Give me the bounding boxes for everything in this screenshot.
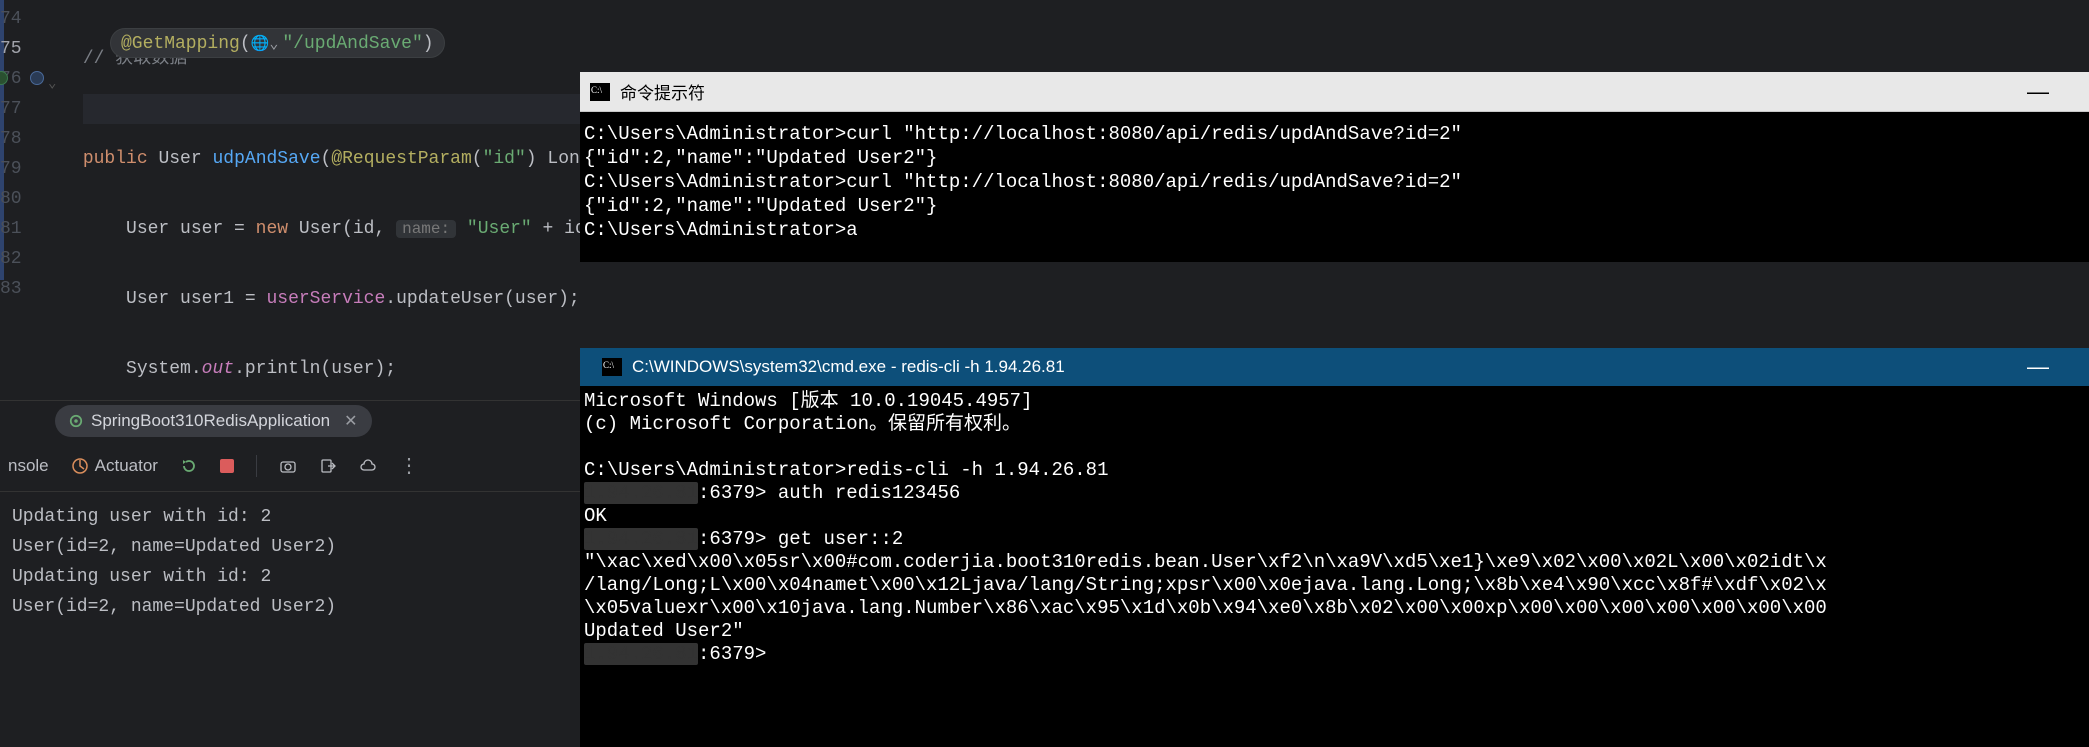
- minimize-button[interactable]: —: [2027, 79, 2049, 105]
- line-number: 81: [0, 214, 40, 244]
- run-config-tab[interactable]: SpringBoot310RedisApplication ✕: [55, 405, 372, 437]
- exit-icon[interactable]: [319, 457, 337, 475]
- annotation: @GetMapping: [121, 34, 240, 54]
- redis-line: C:\Users\Administrator>redis-cli -h 1.94…: [584, 459, 1109, 481]
- cmd-icon: [590, 83, 610, 101]
- redis-line: auth redis123456: [766, 482, 960, 504]
- code-editor[interactable]: 74 75 ⌄76 77 78 79 80 81 82 83 // 获取数据 p…: [0, 0, 580, 400]
- code: User user1 =: [126, 289, 266, 309]
- rerun-icon[interactable]: [180, 457, 198, 475]
- cmd-output[interactable]: C:\Users\Administrator>curl "http://loca…: [580, 112, 2089, 262]
- line-number: 79: [0, 154, 40, 184]
- redis-line: Microsoft Windows [版本 10.0.19045.4957]: [584, 390, 1032, 412]
- line-number: 82: [0, 244, 40, 274]
- cmd-icon: [602, 358, 622, 376]
- chevron-down-icon[interactable]: ⌄: [48, 69, 56, 99]
- code: .updateUser(user);: [385, 289, 579, 309]
- keyword: public: [83, 149, 148, 169]
- console-line: User(id=2, name=Updated User2): [12, 537, 336, 557]
- line-number: 77: [0, 94, 40, 124]
- minimize-button[interactable]: —: [2027, 354, 2049, 380]
- editor-gutter: 74 75 ⌄76 77 78 79 80 81 82 83: [0, 0, 40, 400]
- run-toolbar: nsole Actuator ⋮: [0, 441, 580, 492]
- line-number: ⌄76: [0, 64, 40, 94]
- string: "id": [483, 149, 526, 169]
- keyword: new: [256, 219, 288, 239]
- annotation: @RequestParam: [331, 149, 471, 169]
- more-icon[interactable]: ⋮: [399, 453, 421, 479]
- redis-titlebar[interactable]: C:\WINDOWS\system32\cmd.exe - redis-cli …: [580, 348, 2089, 386]
- code-area[interactable]: // 获取数据 public User udpAndSave(@RequestP…: [40, 0, 656, 400]
- line-number: 74: [0, 4, 40, 34]
- method-name: udpAndSave: [212, 149, 320, 169]
- redis-line: "\xac\xed\x00\x05sr\x00#com.coderjia.boo…: [584, 551, 1827, 642]
- string: "/updAndSave": [282, 34, 422, 54]
- code: User user =: [126, 219, 256, 239]
- run-tab-row: SpringBoot310RedisApplication ✕: [0, 401, 580, 441]
- cmd-titlebar[interactable]: 命令提示符 —: [580, 72, 2089, 112]
- line-number: 78: [0, 124, 40, 154]
- actuator-icon: [71, 457, 89, 475]
- run-tool-window: SpringBoot310RedisApplication ✕ nsole Ac…: [0, 400, 580, 747]
- redis-prompt: :6379>: [698, 528, 766, 550]
- code: .println(user);: [234, 359, 396, 379]
- redis-line: get user::2: [766, 528, 903, 550]
- line-number: 75: [0, 34, 40, 64]
- redis-prompt: :6379>: [698, 643, 766, 665]
- type: User: [158, 149, 201, 169]
- code: User(id,: [288, 219, 396, 239]
- redis-line: OK: [584, 505, 607, 527]
- spring-icon: [69, 414, 83, 428]
- stop-button[interactable]: [220, 459, 234, 473]
- endpoint-marker-icon[interactable]: [30, 71, 44, 85]
- redis-line: (c) Microsoft Corporation。保留所有权利。: [584, 413, 1021, 435]
- cloud-icon[interactable]: [359, 457, 377, 475]
- cmd-title: 命令提示符: [620, 79, 705, 104]
- string: "User": [456, 219, 532, 239]
- actuator-tab[interactable]: Actuator: [71, 456, 158, 476]
- separator: [256, 455, 257, 477]
- redis-title: C:\WINDOWS\system32\cmd.exe - redis-cli …: [632, 357, 1065, 377]
- line-number: 80: [0, 184, 40, 214]
- redis-prompt: :6379>: [698, 482, 766, 504]
- code: System.: [126, 359, 202, 379]
- redacted-ip: 1.94.26.81: [584, 643, 698, 665]
- console-line: Updating user with id: 2: [12, 567, 271, 587]
- getmapping-pill[interactable]: @GetMapping(🌐⌄"/updAndSave"): [110, 28, 445, 58]
- console-tab[interactable]: nsole: [8, 456, 49, 476]
- camera-icon[interactable]: [279, 457, 297, 475]
- run-config-name: SpringBoot310RedisApplication: [91, 411, 330, 431]
- line-number: 83: [0, 274, 40, 304]
- redacted-ip: 1.94.26.81: [584, 528, 698, 550]
- field: userService: [266, 289, 385, 309]
- actuator-label: Actuator: [95, 456, 158, 476]
- globe-icon: 🌐⌄: [251, 36, 279, 53]
- close-icon[interactable]: ✕: [344, 411, 357, 431]
- redacted-ip: 1.94.26.81: [584, 482, 698, 504]
- console-output[interactable]: Updating user with id: 2 User(id=2, name…: [0, 492, 580, 622]
- console-line: User(id=2, name=Updated User2): [12, 597, 336, 617]
- param-hint: name:: [396, 220, 456, 238]
- field: out: [202, 359, 234, 379]
- console-line: Updating user with id: 2: [12, 507, 271, 527]
- redis-output[interactable]: Microsoft Windows [版本 10.0.19045.4957] (…: [580, 386, 2089, 747]
